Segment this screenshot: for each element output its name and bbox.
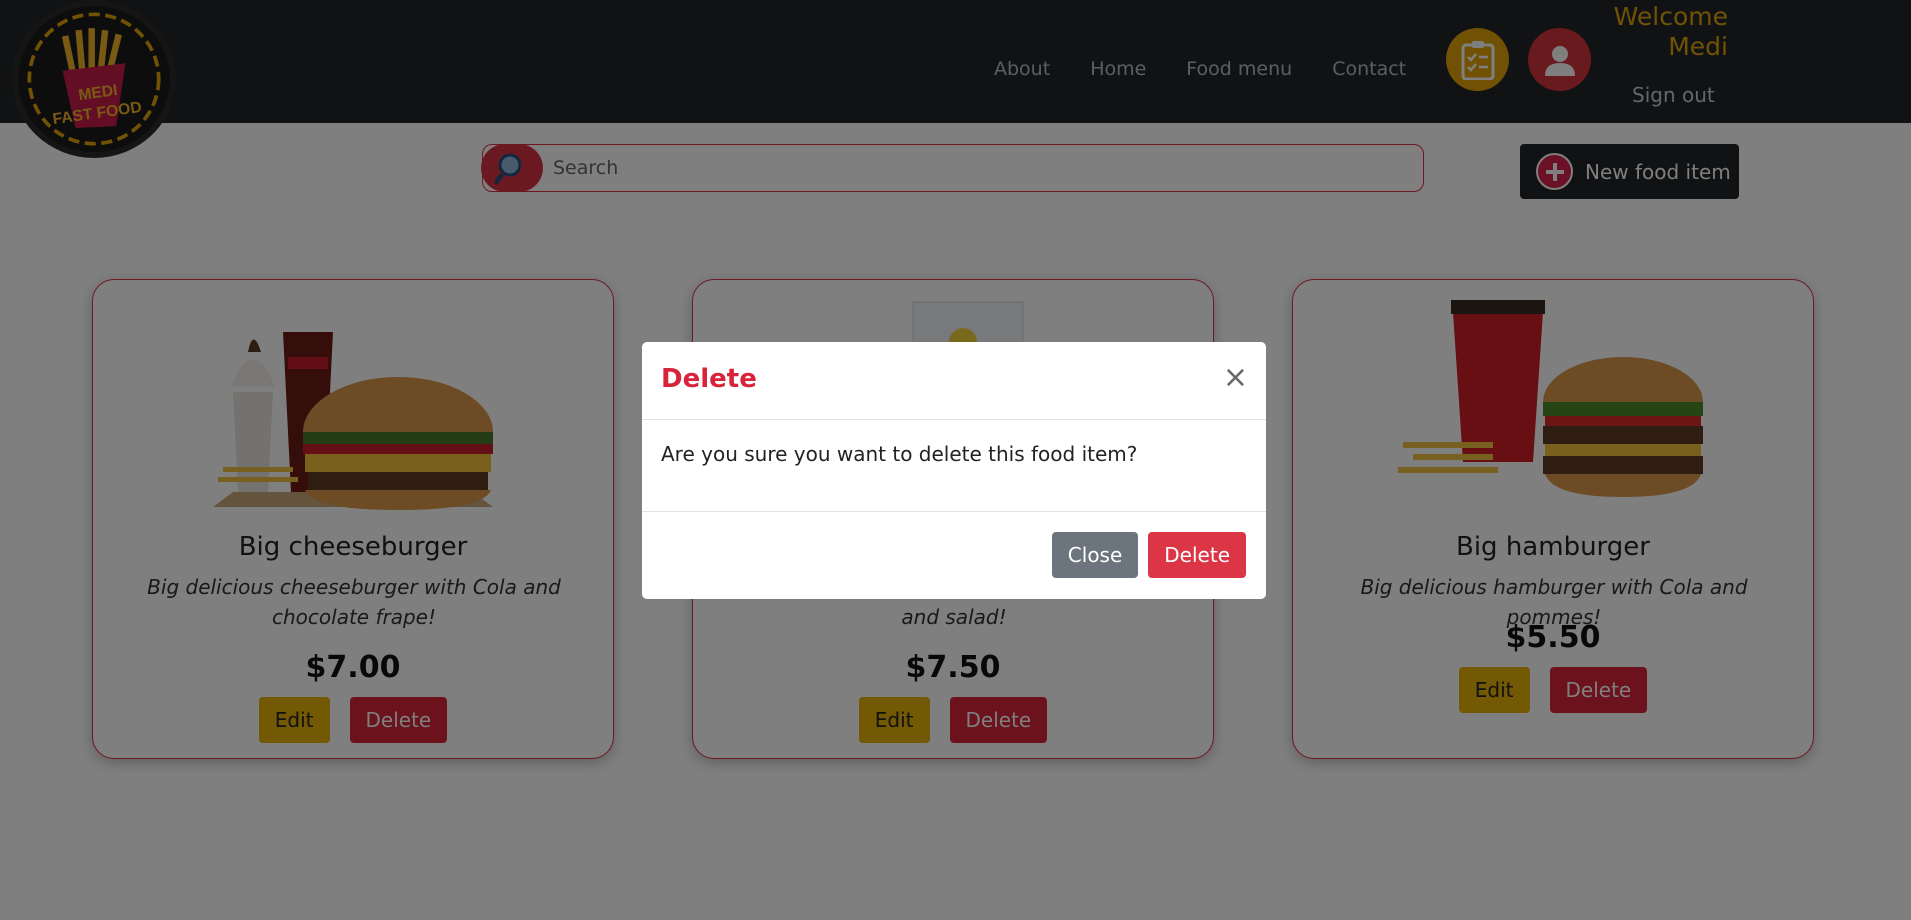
modal-message: Are you sure you want to delete this foo…	[642, 420, 1266, 512]
close-icon[interactable]: ×	[1223, 360, 1248, 395]
modal-header: Delete ×	[642, 342, 1266, 420]
modal-title: Delete	[661, 364, 757, 394]
close-button[interactable]: Close	[1051, 532, 1139, 578]
confirm-delete-button[interactable]: Delete	[1148, 532, 1246, 578]
delete-modal: Delete × Are you sure you want to delete…	[642, 342, 1266, 599]
modal-footer: Close Delete	[642, 512, 1266, 598]
